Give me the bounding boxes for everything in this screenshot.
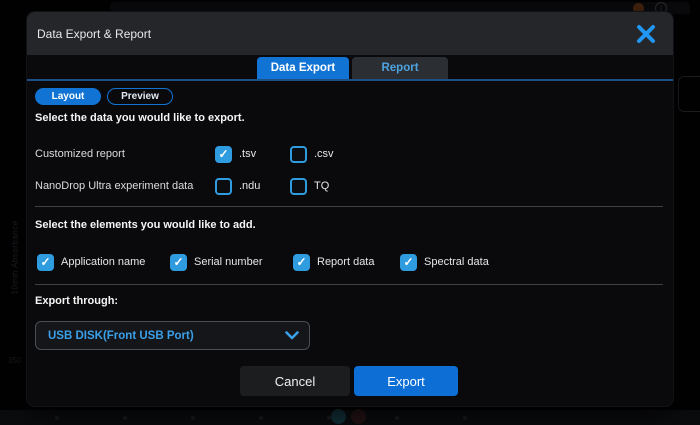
screen: ❮ i 10mm Absorbance 350 Data Export & Re… <box>0 0 700 425</box>
report-data-label: Report data <box>317 256 374 268</box>
action-buttons: Cancel Export <box>35 366 663 396</box>
tab-underline <box>27 79 673 81</box>
export-through-heading: Export through: <box>35 294 663 308</box>
close-button[interactable] <box>633 21 659 47</box>
ndu-checkbox[interactable] <box>215 178 232 195</box>
elements-row: Application name Serial number Report da… <box>35 251 663 273</box>
application-name-checkbox[interactable] <box>37 254 54 271</box>
ndu-label: .ndu <box>239 180 260 192</box>
background-dots <box>55 416 485 420</box>
row-label: NanoDrop Ultra experiment data <box>35 180 215 192</box>
experiment-data-row: NanoDrop Ultra experiment data .ndu TQ <box>35 175 663 197</box>
spectral-data-checkbox[interactable] <box>400 254 417 271</box>
dialog-header: Data Export & Report <box>27 12 673 55</box>
background-side-button <box>678 76 700 112</box>
customized-report-row: Customized report .tsv .csv <box>35 143 663 165</box>
preview-toggle-button[interactable]: Preview <box>107 88 173 105</box>
data-export-report-dialog: Data Export & Report Data Export Report … <box>27 12 673 406</box>
elements-section-heading: Select the elements you would like to ad… <box>35 218 663 232</box>
background-y-axis-label: 10mm Absorbance <box>11 205 20 295</box>
serial-number-label: Serial number <box>194 256 262 268</box>
tab-data-export[interactable]: Data Export <box>257 57 349 79</box>
tq-checkbox[interactable] <box>290 178 307 195</box>
csv-checkbox[interactable] <box>290 146 307 163</box>
view-toggle: Layout Preview <box>35 88 663 105</box>
nav-dot-teal-icon <box>331 409 346 424</box>
tab-bar: Data Export Report <box>27 55 673 79</box>
export-destination-dropdown[interactable]: USB DISK(Front USB Port) <box>35 321 310 350</box>
dialog-title: Data Export & Report <box>37 27 151 41</box>
nav-dot-red-icon <box>351 409 366 424</box>
close-icon <box>635 23 657 45</box>
row-label: Customized report <box>35 148 215 160</box>
tq-label: TQ <box>314 180 329 192</box>
report-data-checkbox[interactable] <box>293 254 310 271</box>
dialog-body: Layout Preview Select the data you would… <box>27 88 673 396</box>
cancel-button[interactable]: Cancel <box>240 366 350 396</box>
dropdown-selected-value: USB DISK(Front USB Port) <box>48 330 194 342</box>
section-divider <box>35 206 663 207</box>
application-name-label: Application name <box>61 256 145 268</box>
csv-label: .csv <box>314 148 334 160</box>
background-axis-tick: 350 <box>8 356 21 365</box>
tab-report[interactable]: Report <box>352 57 448 79</box>
tsv-checkbox[interactable] <box>215 146 232 163</box>
data-section-heading: Select the data you would like to export… <box>35 111 663 125</box>
section-divider <box>35 284 663 285</box>
serial-number-checkbox[interactable] <box>170 254 187 271</box>
layout-toggle-button[interactable]: Layout <box>35 88 101 105</box>
tsv-label: .tsv <box>239 148 256 160</box>
spectral-data-label: Spectral data <box>424 256 489 268</box>
export-button[interactable]: Export <box>354 366 458 396</box>
chevron-down-icon <box>285 331 299 340</box>
